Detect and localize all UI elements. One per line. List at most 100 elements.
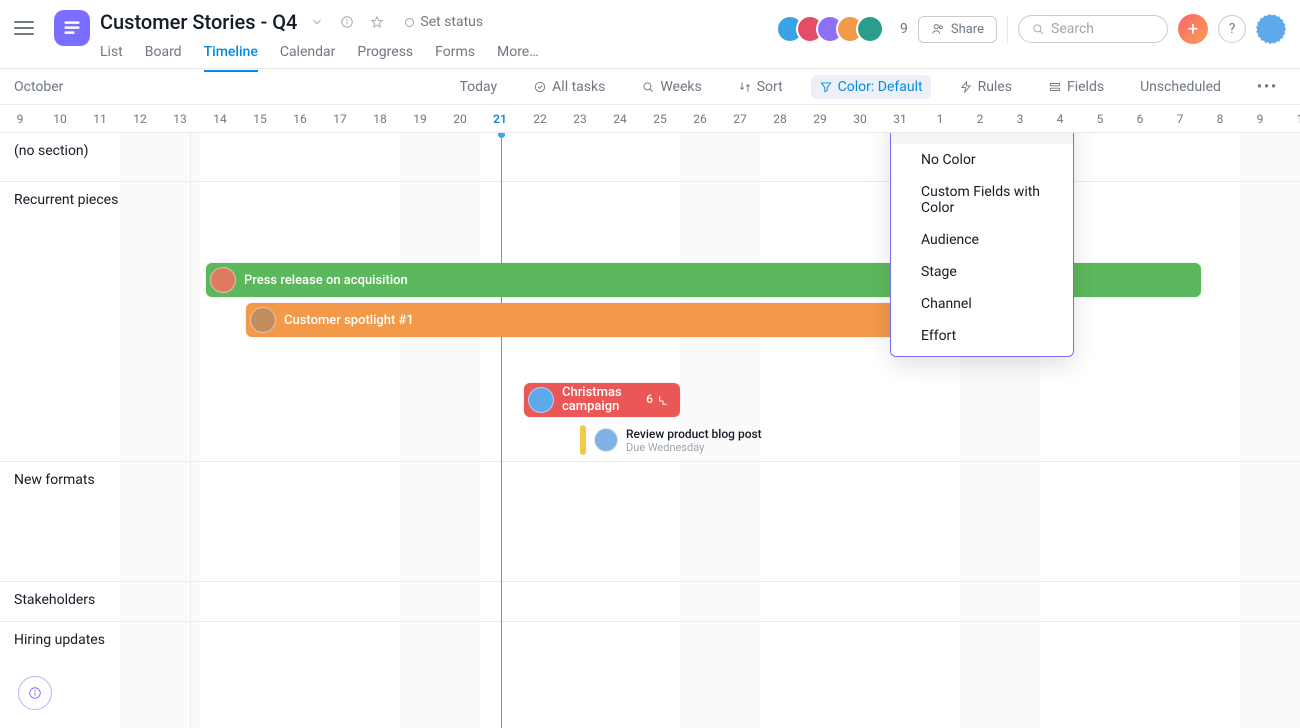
unscheduled-button[interactable]: Unscheduled (1132, 75, 1229, 99)
member-avatar (856, 15, 884, 43)
assignee-avatar (528, 387, 554, 413)
project-title[interactable]: Customer Stories - Q4 (100, 10, 297, 34)
color-label: Color: Default (838, 79, 923, 95)
color-option-audience[interactable]: Audience (891, 224, 1073, 256)
assignee-avatar (210, 267, 236, 293)
date-cell: 13 (160, 105, 200, 132)
task-title: Press release on acquisition (244, 273, 408, 288)
star-icon[interactable] (367, 12, 387, 32)
sidebar-toggle[interactable] (14, 14, 42, 42)
quick-add-button[interactable]: + (1178, 14, 1208, 44)
help-button[interactable]: ? (1218, 15, 1246, 43)
search-input[interactable]: Search (1018, 15, 1168, 43)
section-row: New formats (0, 461, 1300, 581)
assignee-avatar (250, 307, 276, 333)
member-avatars[interactable] (776, 15, 884, 43)
tab-more-[interactable]: More… (497, 44, 539, 72)
section-label[interactable]: (no section) (14, 143, 89, 159)
color-dropdown-menu[interactable]: Asana DefaultNo ColorCustom Fields with … (890, 133, 1074, 357)
date-cell: 16 (280, 105, 320, 132)
chevron-down-icon[interactable] (307, 12, 327, 32)
date-cell: 30 (840, 105, 880, 132)
people-icon (931, 22, 945, 36)
task-due: Due Wednesday (626, 441, 762, 454)
date-cell: 24 (600, 105, 640, 132)
date-cell: 10 (40, 105, 80, 132)
search-placeholder: Search (1051, 21, 1094, 37)
subtask-count: 6 (646, 393, 653, 406)
task-bar-customer-spotlight[interactable]: Customer spotlight #1 2 (246, 303, 961, 337)
set-status-button[interactable]: Set status (397, 12, 491, 32)
section-row: Stakeholders (0, 581, 1300, 621)
date-cell: 25 (640, 105, 680, 132)
task-bar-christmas-campaign[interactable]: Christmas campaign 6 (524, 383, 680, 417)
search-icon (1031, 22, 1045, 36)
date-cell: 22 (520, 105, 560, 132)
today-button[interactable]: Today (451, 75, 505, 99)
color-option-asana-default[interactable]: Asana Default (891, 133, 1073, 144)
section-label[interactable]: New formats (14, 472, 95, 488)
section-label[interactable]: Stakeholders (14, 592, 95, 608)
tab-list[interactable]: List (100, 44, 123, 72)
zoom-weeks[interactable]: Weeks (633, 75, 709, 99)
date-cell: 19 (400, 105, 440, 132)
tab-board[interactable]: Board (145, 44, 182, 72)
month-label: October (14, 79, 63, 95)
task-review-blog[interactable]: Review product blog post Due Wednesday (580, 425, 762, 455)
set-status-label: Set status (420, 14, 483, 30)
project-icon (54, 10, 90, 46)
tab-timeline[interactable]: Timeline (204, 44, 258, 72)
tab-calendar[interactable]: Calendar (280, 44, 336, 72)
share-button[interactable]: Share (918, 16, 997, 43)
date-cell: 2 (960, 105, 1000, 132)
task-title: Review product blog post (626, 427, 762, 441)
color-filter-button[interactable]: Color: Default (811, 75, 931, 99)
divider (1007, 15, 1008, 43)
member-overflow-count[interactable]: 9 (900, 21, 908, 37)
more-actions-button[interactable]: ••• (1249, 75, 1286, 99)
profile-avatar[interactable] (1256, 14, 1286, 44)
color-option-custom-fields-with-color[interactable]: Custom Fields with Color (891, 176, 1073, 224)
filter-icon (819, 80, 833, 94)
date-cell: 17 (320, 105, 360, 132)
fields-label: Fields (1067, 79, 1104, 95)
section-row: (no section) (0, 133, 1300, 181)
rules-button[interactable]: Rules (951, 75, 1020, 99)
all-tasks-filter[interactable]: All tasks (525, 75, 613, 99)
fields-button[interactable]: Fields (1040, 75, 1112, 99)
date-cell: 27 (720, 105, 760, 132)
rules-label: Rules (978, 79, 1012, 95)
section-row: Hiring updates (0, 621, 1300, 681)
info-icon[interactable] (337, 12, 357, 32)
date-cell: 11 (80, 105, 120, 132)
date-cell: 29 (800, 105, 840, 132)
fields-icon (1048, 80, 1062, 94)
lightning-icon (959, 80, 973, 94)
section-label[interactable]: Recurrent pieces (14, 192, 118, 208)
date-cell: 6 (1120, 105, 1160, 132)
color-option-effort[interactable]: Effort (891, 320, 1073, 352)
zoom-icon (641, 80, 655, 94)
share-label: Share (951, 22, 984, 37)
date-cell: 8 (1200, 105, 1240, 132)
tab-progress[interactable]: Progress (357, 44, 413, 72)
today-line (501, 133, 502, 728)
section-label[interactable]: Hiring updates (14, 632, 105, 648)
check-circle-icon (533, 80, 547, 94)
date-cell: 9 (0, 105, 40, 132)
color-option-channel[interactable]: Channel (891, 288, 1073, 320)
date-cell: 28 (760, 105, 800, 132)
date-cell: 5 (1080, 105, 1120, 132)
date-cell: 3 (1000, 105, 1040, 132)
sort-button[interactable]: Sort (730, 75, 791, 99)
date-cell: 18 (360, 105, 400, 132)
color-option-no-color[interactable]: No Color (891, 144, 1073, 176)
date-cell: 7 (1160, 105, 1200, 132)
tab-forms[interactable]: Forms (435, 44, 475, 72)
color-option-stage[interactable]: Stage (891, 256, 1073, 288)
date-cell: 14 (200, 105, 240, 132)
info-bubble-button[interactable] (18, 676, 52, 710)
sort-label: Sort (757, 79, 783, 95)
task-title: Customer spotlight #1 (284, 313, 414, 328)
date-cell: 23 (560, 105, 600, 132)
